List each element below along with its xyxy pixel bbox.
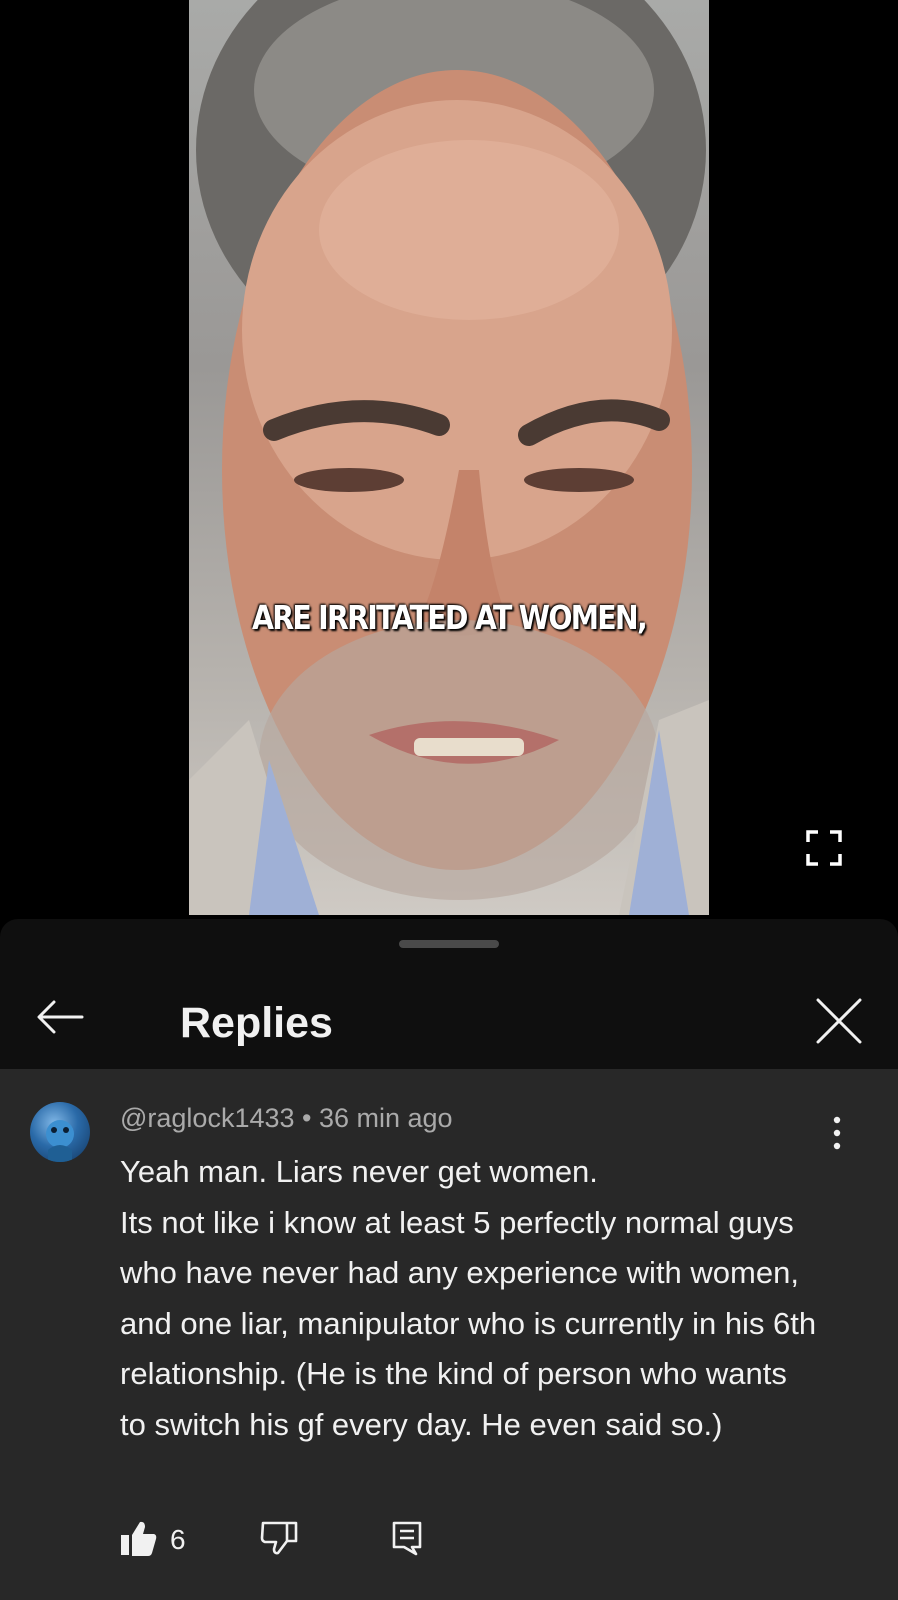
video-caption: ARE IRRITATED AT WOMEN, [251,598,648,637]
avatar-image [46,1120,74,1162]
more-options-button[interactable] [822,1113,852,1153]
arrow-left-icon [37,1000,84,1034]
close-icon [816,998,862,1044]
comment-line: Yeah man. Liars never get women. [120,1154,598,1189]
sheet-title: Replies [180,999,333,1047]
close-button[interactable] [810,992,868,1050]
video-person-image [189,0,709,915]
video-player[interactable]: ARE IRRITATED AT WOMEN, [0,0,898,915]
reply-button[interactable] [390,1519,424,1559]
avatar[interactable] [30,1102,90,1162]
video-frame [189,0,709,915]
sheet-header: Replies [0,954,898,1069]
like-button[interactable] [120,1519,158,1559]
comment-item: @raglock1433 • 36 min ago Yeah man. Liar… [0,1069,898,1600]
thumb-down-icon [260,1521,298,1555]
like-count: 6 [170,1524,186,1555]
thumb-up-icon [121,1521,157,1556]
comment-text: Yeah man. Liars never get women. Its not… [120,1147,820,1450]
more-vert-icon [833,1116,841,1150]
back-button[interactable] [30,992,90,1042]
sheet-drag-handle[interactable] [399,940,499,948]
fullscreen-button[interactable] [800,824,848,872]
comment-meta: @raglock1433 • 36 min ago [120,1103,453,1134]
comment-line: Its not like i know at least 5 perfectly… [120,1204,817,1442]
comment-reply-icon [392,1521,422,1556]
comment-author[interactable]: @raglock1433 [120,1103,295,1133]
fullscreen-icon [806,830,842,866]
comment-time: 36 min ago [318,1103,453,1133]
meta-separator: • [294,1103,319,1133]
comment-actions: 6 [120,1519,520,1569]
dislike-button[interactable] [260,1519,298,1559]
replies-sheet: Replies @raglock1433 • 36 min ago Yeah m… [0,919,898,1600]
